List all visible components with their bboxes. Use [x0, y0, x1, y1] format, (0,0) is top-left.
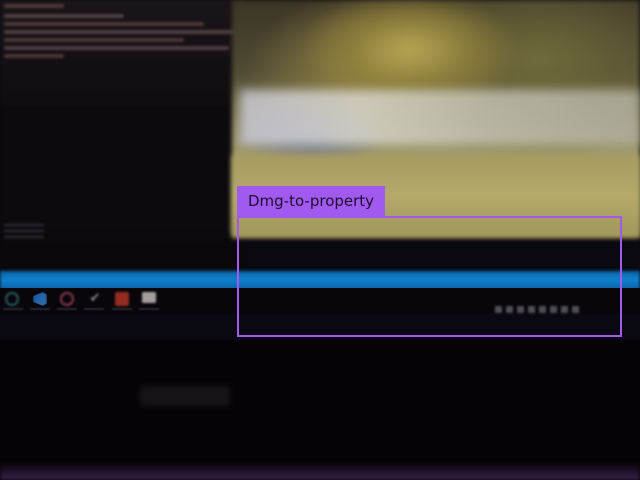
video-background-light [240, 90, 640, 145]
taskbar-label [57, 308, 77, 310]
code-line [4, 14, 124, 18]
media-player-icon[interactable] [60, 292, 74, 306]
search-icon[interactable] [5, 292, 19, 306]
keyboard-backlight [0, 462, 640, 480]
laptop-bezel-ridge [140, 386, 230, 406]
editor-dark-area [0, 105, 240, 230]
left-editor-panel [0, 0, 245, 275]
app-window-icon[interactable] [142, 292, 156, 303]
taskbar-label [139, 308, 159, 310]
taskbar-label [112, 308, 132, 310]
taskbar-label [3, 308, 23, 310]
code-line [4, 54, 64, 58]
detection-box [237, 216, 622, 337]
taskbar-label [30, 308, 50, 310]
editor-gutter-marks [4, 220, 44, 250]
code-line [4, 46, 229, 50]
code-line [4, 22, 204, 26]
code-line [4, 4, 64, 8]
code-line [4, 38, 184, 42]
todo-icon[interactable]: ✔ [88, 292, 102, 306]
code-line [4, 30, 239, 34]
detection-label: Dmg-to-property [237, 186, 386, 216]
taskbar-label [84, 308, 104, 310]
app-icon[interactable] [115, 292, 129, 306]
